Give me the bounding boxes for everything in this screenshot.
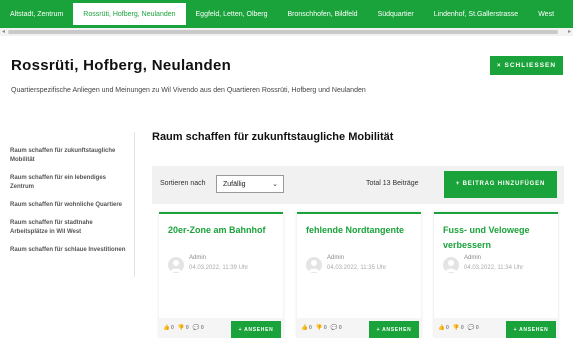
- comment-icon[interactable]: 💬 0: [331, 325, 342, 331]
- view-post-button[interactable]: + ANSEHEN: [231, 321, 281, 338]
- sidebar-item-quartiere[interactable]: Raum schaffen für wohnliche Quartiere: [10, 201, 130, 210]
- sidebar-item-arbeitsplaetze[interactable]: Raum schaffen für stadtnahe Arbeitsplätz…: [10, 219, 130, 237]
- dislike-icon[interactable]: 👎 0: [453, 325, 464, 331]
- comment-icon[interactable]: 💬 0: [468, 325, 479, 331]
- post-date: 04.03.2022, 11:35 Uhr: [327, 265, 387, 271]
- post-author: Admin: [464, 255, 482, 261]
- like-count: 0: [445, 325, 449, 331]
- scrollbar-thumb[interactable]: [8, 30, 558, 34]
- dislike-count: 0: [185, 325, 189, 331]
- like-icon[interactable]: 👍 0: [163, 325, 174, 331]
- tab-suedquartier[interactable]: Südquartier: [368, 0, 424, 28]
- add-post-button[interactable]: + BEITRAG HINZUFÜGEN: [444, 171, 557, 198]
- tab-eggfeld[interactable]: Eggfeld, Letten, Olberg: [186, 0, 278, 28]
- page-title: Rossrüti, Hofberg, Neulanden: [11, 57, 232, 74]
- tab-lindenhof[interactable]: Lindenhof, St.Gallerstrasse: [424, 0, 528, 28]
- comment-count: 0: [475, 325, 479, 331]
- dislike-count: 0: [460, 325, 464, 331]
- post-title[interactable]: 20er-Zone am Bahnhof: [168, 223, 278, 238]
- post-card: Fuss- und Velowege verbessern Admin 04.0…: [434, 212, 558, 338]
- sidebar-item-investitionen[interactable]: Raum schaffen für schlaue Investitionen: [10, 246, 130, 255]
- post-date: 04.03.2022, 11:34 Uhr: [464, 265, 524, 271]
- sort-select-value: Zufällig: [223, 180, 246, 188]
- like-icon[interactable]: 👍 0: [438, 325, 449, 331]
- comment-count: 0: [338, 325, 342, 331]
- post-card: fehlende Nordtangente Admin 04.03.2022, …: [297, 212, 421, 338]
- topic-sidebar: Raum schaffen für zukunftstaugliche Mobi…: [10, 147, 130, 264]
- card-footer: 👍 0 👎 0 💬 0 + ANSEHEN: [297, 318, 421, 338]
- tab-rossrueti[interactable]: Rossrüti, Hofberg, Neulanden: [73, 3, 186, 25]
- sidebar-item-mobilitaet[interactable]: Raum schaffen für zukunftstaugliche Mobi…: [10, 147, 130, 165]
- view-post-button[interactable]: + ANSEHEN: [506, 321, 556, 338]
- post-title[interactable]: fehlende Nordtangente: [306, 223, 416, 238]
- quarter-tab-bar: Altstadt, Zentrum Rossrüti, Hofberg, Neu…: [0, 0, 573, 28]
- tab-altstadt[interactable]: Altstadt, Zentrum: [0, 0, 73, 28]
- post-card: 20er-Zone am Bahnhof Admin 04.03.2022, 1…: [159, 212, 283, 338]
- post-title[interactable]: Fuss- und Velowege verbessern: [443, 223, 553, 253]
- scroll-left-icon[interactable]: ◂: [2, 28, 5, 36]
- post-author: Admin: [189, 255, 207, 261]
- avatar: [306, 257, 322, 273]
- chevron-down-icon: ⌄: [272, 181, 278, 188]
- post-date: 04.03.2022, 11:39 Uhr: [189, 265, 249, 271]
- close-button[interactable]: × SCHLIESSEN: [490, 56, 563, 75]
- avatar: [168, 257, 184, 273]
- reaction-counts: 👍 0 👎 0 💬 0: [301, 325, 342, 331]
- comment-icon[interactable]: 💬 0: [193, 325, 204, 331]
- tab-scrollbar[interactable]: ◂ ▸: [0, 28, 573, 36]
- scroll-right-icon[interactable]: ▸: [568, 28, 571, 36]
- like-icon[interactable]: 👍 0: [301, 325, 312, 331]
- dislike-icon[interactable]: 👎 0: [316, 325, 327, 331]
- sort-label: Sortieren nach: [160, 180, 206, 187]
- total-count: Total 13 Beiträge: [366, 180, 419, 187]
- dislike-icon[interactable]: 👎 0: [178, 325, 189, 331]
- section-title: Raum schaffen für zukunftstaugliche Mobi…: [152, 131, 394, 143]
- tab-bronschhofen[interactable]: Bronschhofen, Bildfeld: [278, 0, 368, 28]
- sort-toolbar: Sortieren nach Zufällig ⌄ Total 13 Beitr…: [152, 166, 564, 204]
- like-count: 0: [308, 325, 312, 331]
- sort-select[interactable]: Zufällig ⌄: [216, 175, 284, 193]
- reaction-counts: 👍 0 👎 0 💬 0: [163, 325, 204, 331]
- page-description: Quartierspezifische Anliegen und Meinung…: [11, 87, 366, 94]
- post-author: Admin: [327, 255, 345, 261]
- reaction-counts: 👍 0 👎 0 💬 0: [438, 325, 479, 331]
- view-post-button[interactable]: + ANSEHEN: [369, 321, 419, 338]
- tab-west[interactable]: West: [528, 0, 564, 28]
- card-footer: 👍 0 👎 0 💬 0 + ANSEHEN: [159, 318, 283, 338]
- comment-count: 0: [200, 325, 204, 331]
- card-footer: 👍 0 👎 0 💬 0 + ANSEHEN: [434, 318, 558, 338]
- sidebar-item-zentrum[interactable]: Raum schaffen für ein lebendiges Zentrum: [10, 174, 130, 192]
- like-count: 0: [170, 325, 174, 331]
- dislike-count: 0: [323, 325, 327, 331]
- avatar: [443, 257, 459, 273]
- sidebar-divider: [134, 132, 135, 277]
